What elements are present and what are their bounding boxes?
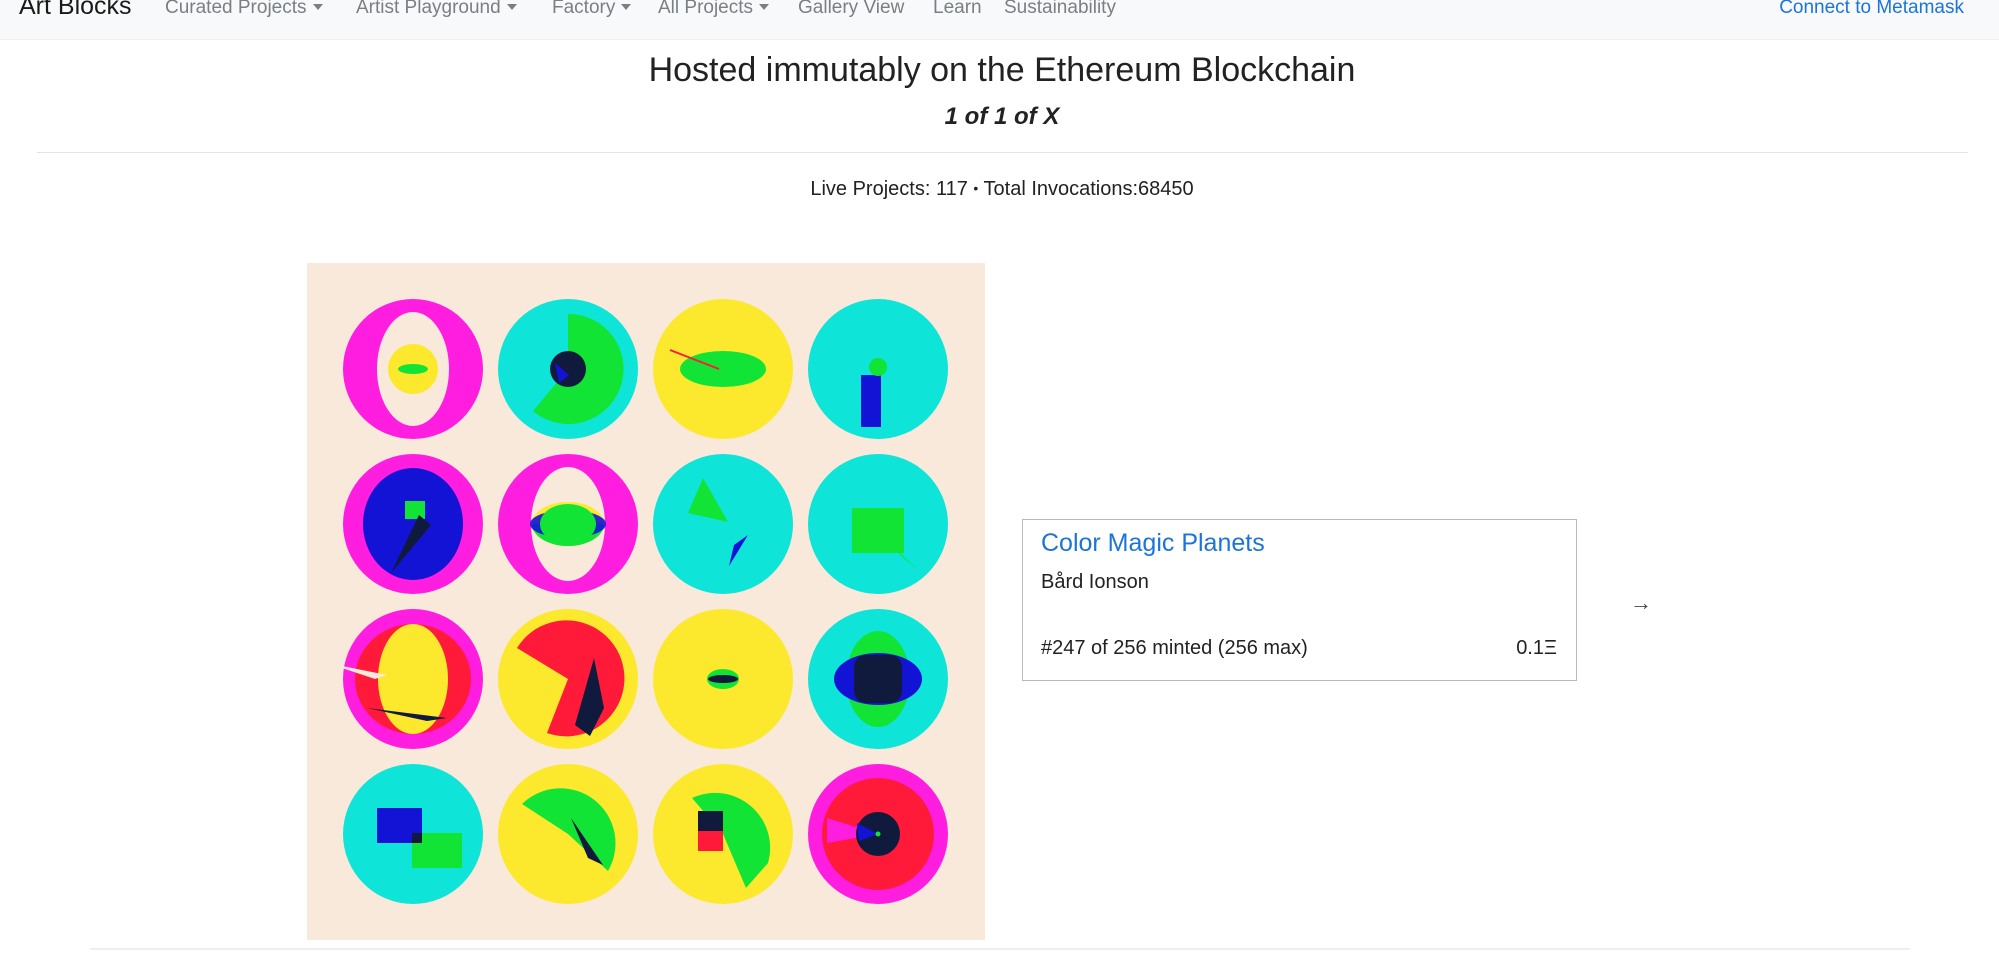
nav-sustainability[interactable]: Sustainability	[1004, 0, 1116, 19]
nav-curated-projects[interactable]: Curated Projects	[165, 0, 323, 19]
next-arrow-icon[interactable]: →	[1630, 590, 1652, 616]
nav-all-projects[interactable]: All Projects	[658, 0, 770, 19]
total-invocations-label: Total Invocations:	[983, 178, 1139, 200]
section-divider	[37, 152, 1968, 153]
brand-logo[interactable]: Art Blocks	[19, 0, 132, 21]
nav-artist-playground[interactable]: Artist Playground	[356, 0, 517, 19]
caret-down-icon	[506, 4, 517, 10]
caret-down-icon	[312, 4, 323, 10]
stats-separator: •	[973, 180, 979, 196]
page-headline: Hosted immutably on the Ethereum Blockch…	[648, 51, 1356, 89]
nav-all-projects-label: All Projects	[658, 0, 754, 18]
project-price: 0.1Ξ	[1516, 637, 1557, 659]
minted-count: #247 of 256 minted (256 max)	[1041, 637, 1308, 659]
caret-down-icon	[621, 4, 632, 10]
nav-factory[interactable]: Factory	[552, 0, 632, 19]
project-card[interactable]: Color Magic Planets Bård Ionson #247 of …	[1022, 519, 1577, 681]
nav-curated-projects-label: Curated Projects	[165, 0, 307, 18]
artwork-image[interactable]	[307, 263, 985, 940]
project-artist: Bård Ionson	[1041, 571, 1149, 593]
live-projects-label: Live Projects:	[810, 178, 931, 200]
bottom-divider	[90, 948, 1910, 950]
nav-learn[interactable]: Learn	[933, 0, 982, 19]
page-subheadline: 1 of 1 of X	[944, 103, 1060, 130]
stats-line: Live Projects: 117 • Total Invocations:6…	[0, 178, 1999, 201]
connect-metamask-link[interactable]: Connect to Metamask	[1779, 0, 1964, 19]
caret-down-icon	[759, 4, 770, 10]
total-invocations-count: 68450	[1138, 178, 1194, 200]
top-navbar: Art Blocks Curated Projects Artist Playg…	[0, 0, 1999, 40]
project-title-link[interactable]: Color Magic Planets	[1041, 529, 1265, 558]
nav-gallery-view[interactable]: Gallery View	[798, 0, 904, 19]
nav-artist-playground-label: Artist Playground	[356, 0, 501, 18]
nav-factory-label: Factory	[552, 0, 616, 18]
live-projects-count: 117	[935, 178, 968, 200]
